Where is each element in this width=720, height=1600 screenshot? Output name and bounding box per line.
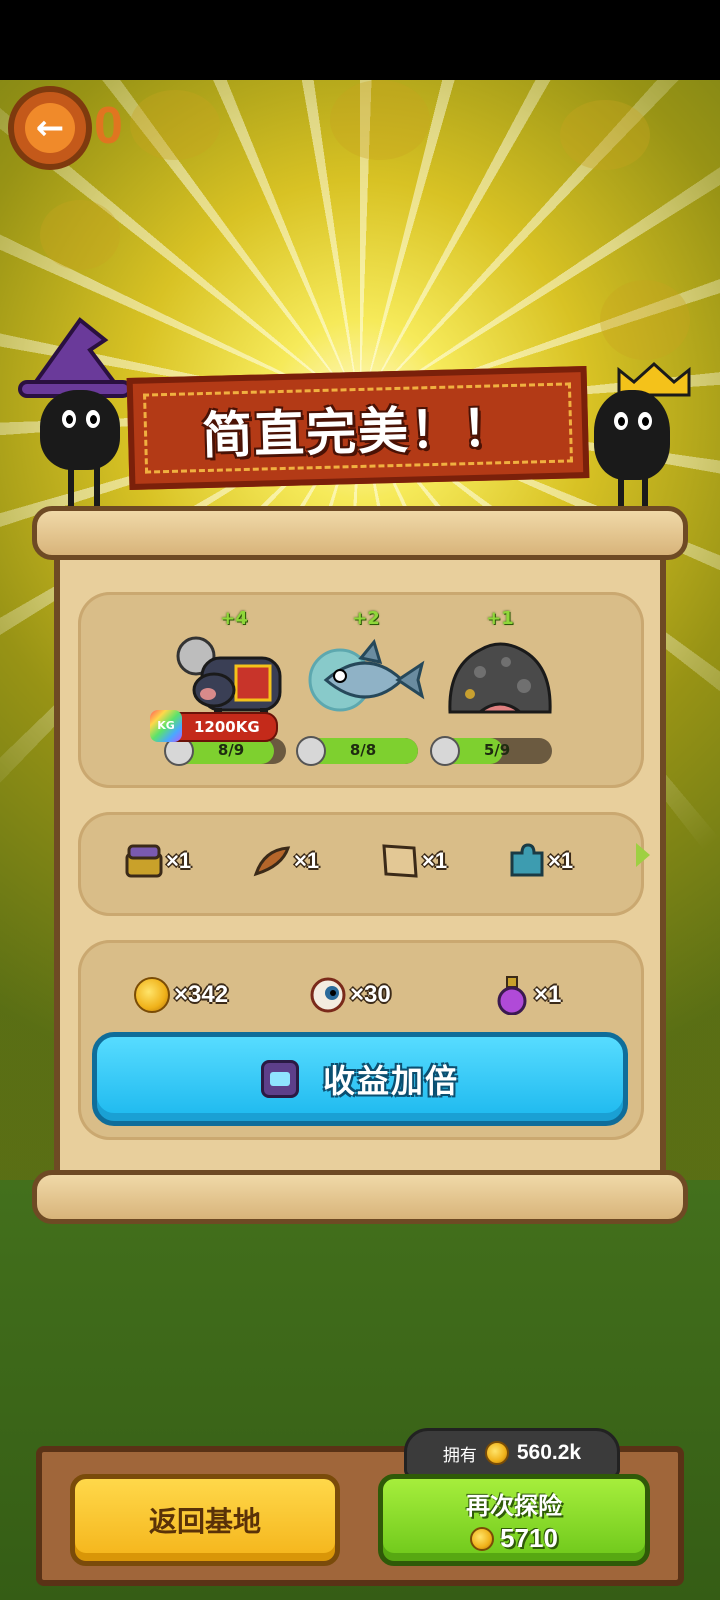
skull-icon [430,736,460,766]
reward-count: ×1 [534,981,562,1008]
items-panel: ×1 ×1 ×1 ×1 [78,812,644,916]
item-count: ×1 [294,848,320,873]
reward-entry: ×342 [130,970,228,1020]
bush [600,280,690,360]
scroll-bottom-rod [32,1170,688,1224]
fish-card[interactable]: +4 KG 1200KG 8/9 [150,608,304,772]
witch-character [10,310,140,515]
reward-count: ×30 [350,981,391,1008]
item-entry[interactable]: ×1 [504,836,573,886]
result-banner: 简直完美！！ [126,365,590,491]
ghost-fish-icon [308,638,425,712]
kg-weight-icon: KG [150,710,182,742]
item-entry[interactable]: ×1 [378,836,447,886]
bush [40,200,120,270]
explore-again-button[interactable]: 再次探险 5710 [378,1474,650,1566]
caught-panel: +4 KG 1200KG 8/9 +2 8/8 +1 5/9 [78,592,644,788]
scroll-right-arrow-icon[interactable] [636,843,650,867]
status-bar [0,0,720,80]
banner-title: 简直完美！！ [201,398,515,466]
double-reward-label: 收益加倍 [322,1062,459,1100]
owned-coins: 拥有 560.2k [404,1428,620,1478]
feather-icon [250,839,294,883]
king-character [584,360,714,530]
treasure-chest-icon [122,839,166,883]
explore-again-label: 再次探险 [466,1492,562,1520]
gold-coin-icon [130,973,174,1017]
reward-entry: ×30 [306,970,391,1020]
owned-label: 拥有 [442,1445,477,1466]
item-count: ×1 [422,848,448,873]
bush [330,80,430,160]
explore-cost-value: 5710 [500,1523,558,1553]
reward-count: ×342 [174,981,229,1008]
eyeball-icon [306,973,350,1017]
fish-plus: +4 [220,608,248,629]
return-base-label: 返回基地 [148,1505,261,1538]
map-scroll-icon [378,839,422,883]
fish-plus: +1 [486,608,514,629]
weight-badge: KG 1200KG [150,710,278,742]
weight-value: 1200KG [194,718,260,736]
owned-value: 560.2k [516,1441,582,1464]
item-count: ×1 [166,848,192,873]
gold-coin-icon [470,1526,495,1551]
potion-icon [490,973,534,1017]
item-entry[interactable]: ×1 [122,836,191,886]
double-reward-button[interactable]: 收益加倍 [92,1032,628,1126]
item-count: ×1 [548,848,574,873]
explore-cost: 5710 [470,1523,558,1554]
return-base-button[interactable]: 返回基地 [70,1474,340,1566]
witch-hat-icon [18,317,132,398]
skull-icon [296,736,326,766]
back-counter: 0 [94,97,123,155]
reward-entry: ×1 [490,970,561,1020]
bush [560,100,650,170]
scroll-top-rod [32,506,688,560]
fish-plus: +2 [352,608,380,629]
bush [130,90,220,160]
fish-card[interactable]: +1 5/9 [430,608,570,772]
puzzle-piece-icon [504,839,548,883]
back-arrow-icon: ← [25,103,75,153]
gold-coin-icon [484,1441,509,1465]
rock-monster-icon [448,642,552,714]
fish-card[interactable]: +2 8/8 [296,608,436,772]
item-entry[interactable]: ×1 [250,836,319,886]
video-ad-icon [260,1060,299,1098]
back-button[interactable]: ← [8,86,92,170]
